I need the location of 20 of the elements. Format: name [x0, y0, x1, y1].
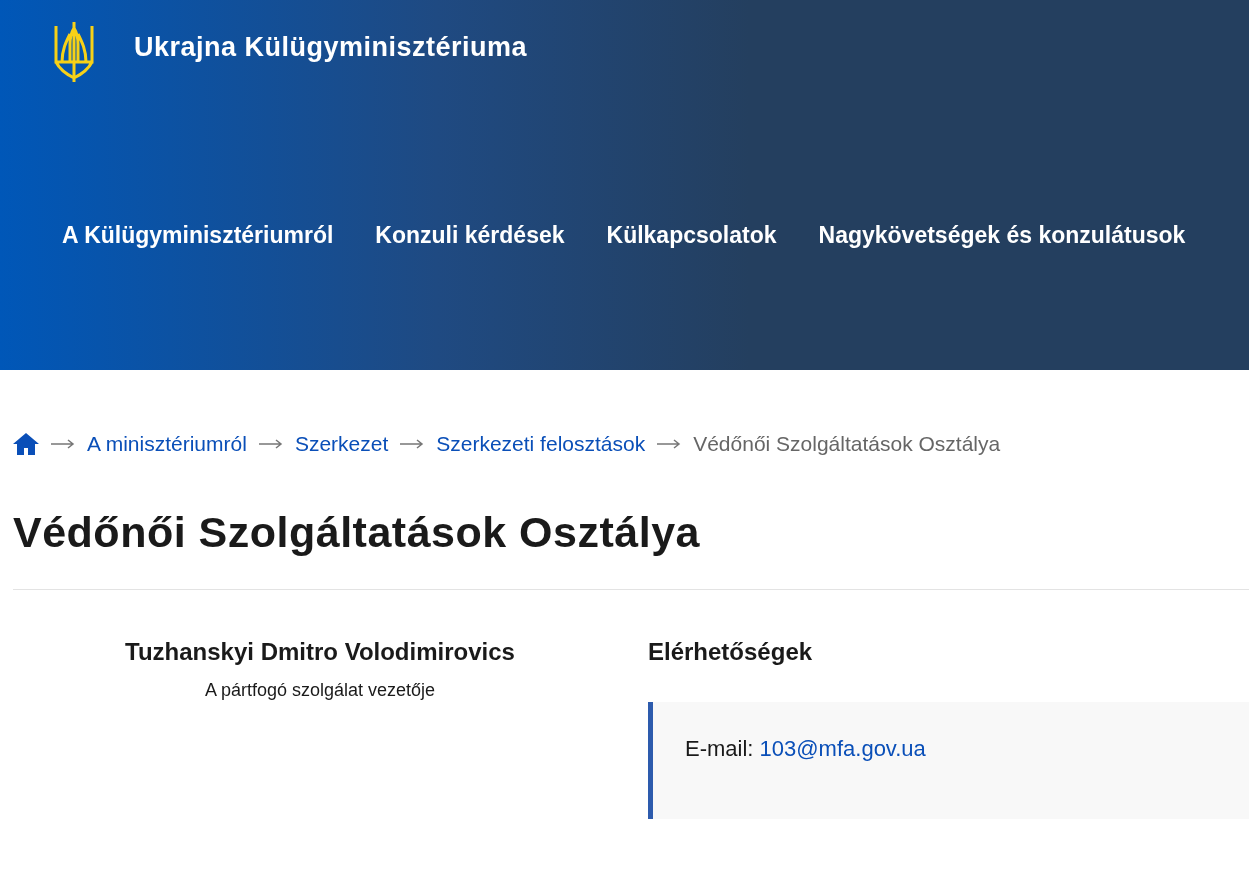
site-title[interactable]: Ukrajna Külügyminisztériuma: [134, 32, 528, 63]
contacts-heading: Elérhetőségek: [648, 638, 814, 666]
person-name: Tuzhanskyi Dmitro Volodimirovics: [125, 638, 515, 666]
arrow-icon: [258, 439, 283, 449]
breadcrumb-link[interactable]: Szerkezet: [294, 432, 389, 456]
email-label: E-mail:: [685, 736, 754, 761]
breadcrumb-link[interactable]: Szerkezeti felosztások: [436, 432, 646, 456]
nav-link[interactable]: Nagykövetségek és konzulátusok: [818, 222, 1186, 249]
page-title: Védőnői Szolgáltatások Osztálya: [13, 508, 701, 557]
nav-link[interactable]: A Külügyminisztériumról: [62, 222, 334, 249]
arrow-icon: [657, 439, 682, 449]
home-icon[interactable]: [13, 432, 39, 456]
email-link[interactable]: 103@mfa.gov.ua: [759, 736, 926, 761]
arrow-icon: [51, 439, 75, 449]
nav-link[interactable]: Konzuli kérdések: [375, 222, 565, 249]
nav-link[interactable]: Külkapcsolatok: [606, 222, 777, 249]
arrow-icon: [400, 439, 425, 449]
person-role: A pártfogó szolgálat vezetője: [204, 680, 436, 701]
breadcrumb-link[interactable]: A minisztériumról: [87, 432, 247, 456]
breadcrumb-current: Védőnői Szolgáltatások Osztálya: [693, 432, 1001, 456]
